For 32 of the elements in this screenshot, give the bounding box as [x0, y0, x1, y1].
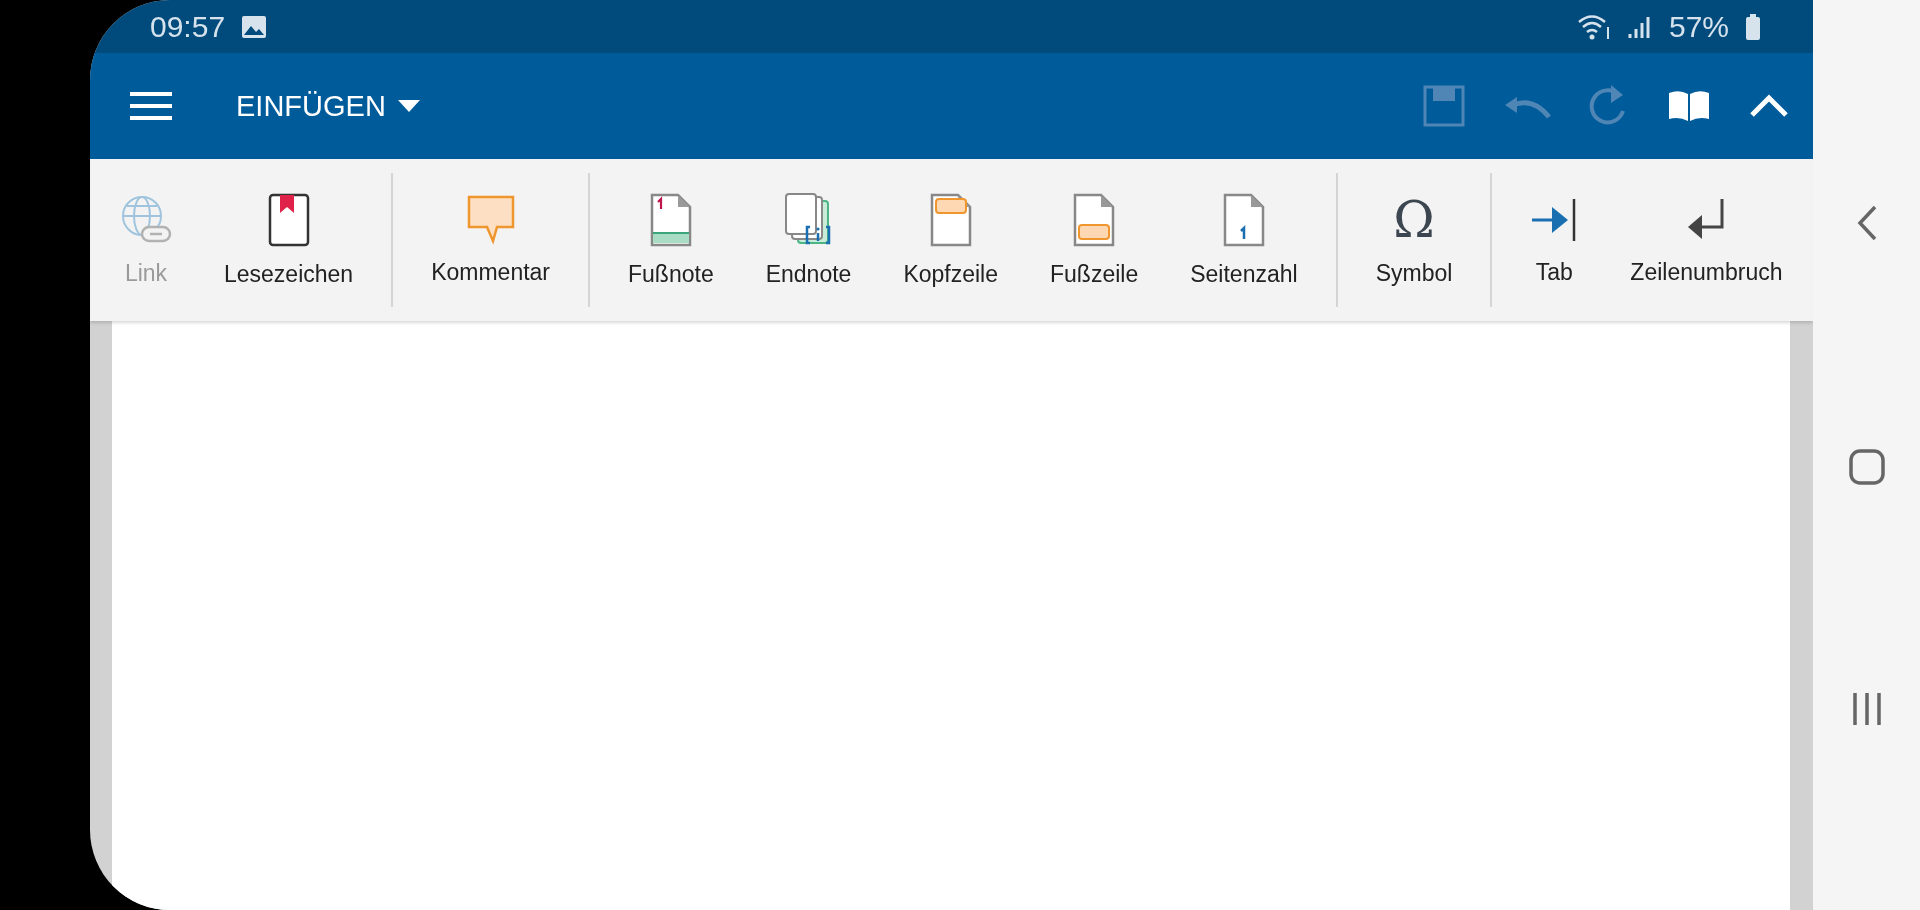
ribbon-button[interactable]: Fußnote	[602, 171, 740, 309]
dropdown-caret-icon	[397, 100, 420, 112]
header-page-icon	[929, 192, 972, 247]
home-icon[interactable]	[1847, 448, 1886, 486]
ribbon-dropdown[interactable]: EINFÜGEN	[230, 83, 426, 129]
ribbon-button[interactable]: Seitenzahl	[1164, 171, 1324, 309]
omega-icon: Ω	[1393, 193, 1435, 246]
ribbon-button[interactable]: Ω Symbol	[1349, 171, 1479, 309]
ribbon-button[interactable]: Zeilenumbruch	[1604, 171, 1809, 309]
speech-bubble-icon	[466, 194, 515, 245]
footnote-page-icon	[649, 192, 692, 247]
menu-button[interactable]	[130, 91, 172, 121]
chevron-up-icon	[1749, 94, 1789, 118]
bookmark-icon	[267, 192, 310, 247]
status-time: 09:57	[150, 9, 226, 44]
ribbon-button[interactable]: Tab	[1504, 171, 1605, 309]
ribbon-button[interactable]: Lesezeichen	[198, 171, 380, 309]
book-icon	[1667, 89, 1711, 123]
ribbon-button[interactable]: Fußzeile	[1024, 171, 1165, 309]
collapse-button[interactable]	[1749, 94, 1789, 118]
wifi-icon	[1576, 12, 1611, 41]
battery-icon	[1745, 12, 1761, 41]
ribbon-button[interactable]: Kopfzeile	[877, 171, 1024, 309]
save-icon	[1423, 85, 1465, 127]
battery-percentage: 57%	[1668, 9, 1729, 44]
book-button[interactable]	[1667, 89, 1711, 123]
ribbon-button[interactable]: Endnote	[739, 171, 878, 309]
menu-icon	[130, 91, 172, 121]
image-icon	[241, 14, 268, 39]
page-number-icon	[1222, 192, 1265, 247]
footer-page-icon	[1073, 192, 1116, 247]
ribbon-button[interactable]: Kommentar	[405, 171, 577, 309]
